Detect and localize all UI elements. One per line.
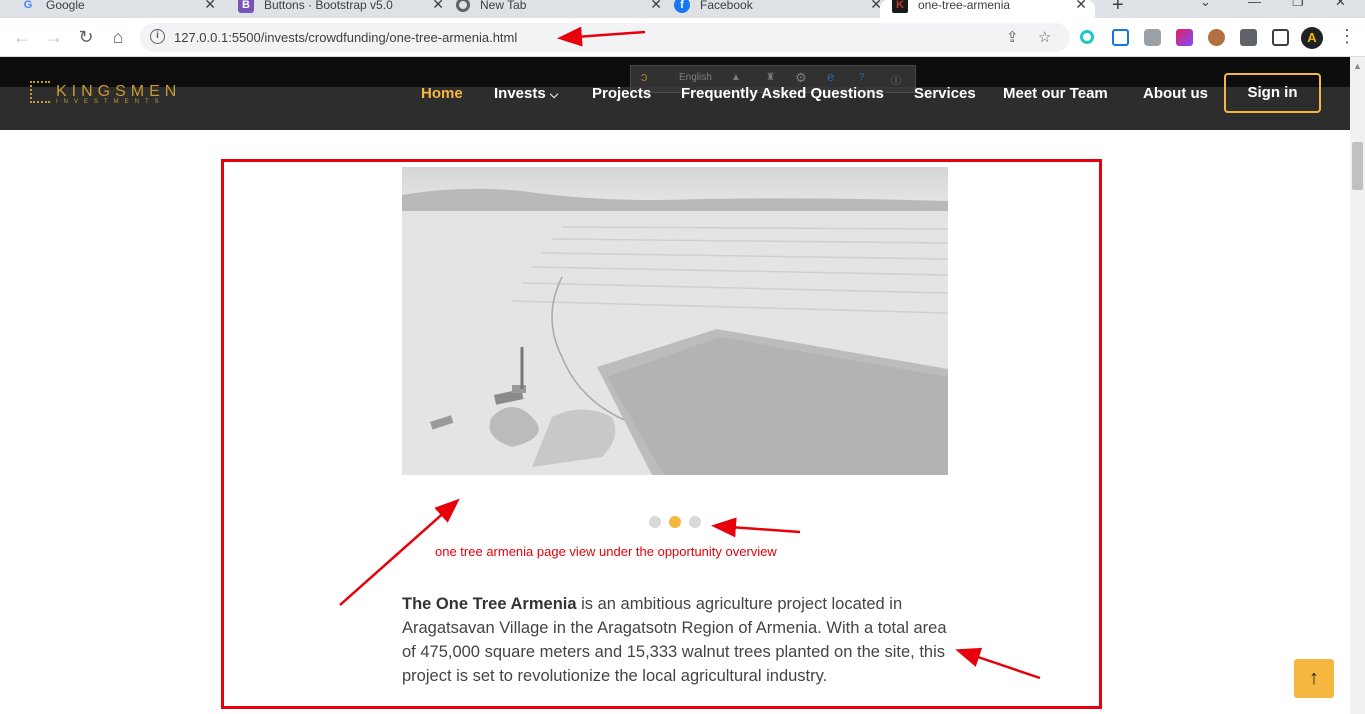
facebook-icon: f [674, 0, 690, 13]
share-icon[interactable]: ⇪ [1006, 28, 1019, 46]
minimize-button[interactable]: — [1248, 0, 1261, 9]
tab-search-icon[interactable]: ⌄ [1200, 0, 1211, 10]
camera-icon[interactable] [1144, 29, 1161, 46]
kingsmen-icon: K [892, 0, 908, 13]
speaker-icon: ♜ [766, 72, 775, 83]
browser-toolbar: ← → ↻ ⌂ i 127.0.0.1:5500/invests/crowdfu… [0, 18, 1365, 57]
bootstrap-icon: B [238, 0, 254, 13]
puzzle-icon[interactable] [1240, 29, 1257, 46]
maximize-button[interactable]: ❐ [1292, 0, 1304, 10]
sign-in-button[interactable]: Sign in [1224, 73, 1321, 113]
nav-services[interactable]: Services [914, 85, 976, 102]
side-panel-icon[interactable] [1272, 29, 1289, 46]
scroll-up-icon[interactable]: ▲ [1353, 61, 1362, 71]
annotation-highlight-box [221, 159, 1102, 709]
logo-mark-icon [30, 81, 50, 103]
nav-about[interactable]: About us [1143, 85, 1208, 102]
back-icon[interactable]: ← [12, 27, 32, 47]
browser-tab-one-tree-armenia[interactable]: K one-tree-armenia ✕ [880, 0, 1095, 18]
profile-avatar[interactable]: A [1301, 27, 1323, 49]
url-text[interactable]: 127.0.0.1:5500/invests/crowdfunding/one-… [174, 30, 517, 45]
chrome-icon [456, 0, 470, 12]
extension-screencast-icon[interactable] [1112, 29, 1129, 46]
nav-invests[interactable]: Invests ⌵ [494, 85, 558, 102]
arrow-up-icon: ↑ [1309, 667, 1319, 689]
new-tab-button[interactable]: + [1112, 0, 1124, 17]
site-info-icon[interactable]: i [150, 29, 165, 44]
info-icon[interactable]: ⓘ [891, 72, 901, 87]
home-icon[interactable]: ⌂ [108, 27, 128, 47]
browser-tab-newtab[interactable]: New Tab ✕ [456, 0, 662, 18]
cookie-icon[interactable] [1208, 29, 1225, 46]
back-to-top-button[interactable]: ↑ [1294, 659, 1334, 698]
nav-team[interactable]: Meet our Team [1003, 85, 1108, 102]
google-icon: G [23, 0, 33, 11]
bookmark-star-icon[interactable]: ☆ [1038, 28, 1051, 46]
nav-projects[interactable]: Projects [592, 85, 651, 102]
gear-icon[interactable]: ⚙ [795, 70, 807, 86]
translate-logo-icon: ↄ [641, 69, 648, 84]
close-tab-icon[interactable]: ✕ [650, 0, 662, 13]
forward-icon[interactable]: → [44, 27, 64, 47]
nav-faq[interactable]: Frequently Asked Questions [681, 85, 884, 102]
nav-home[interactable]: Home [421, 85, 463, 102]
site-header: KINGSMEN INVESTMENTS ↄ English ▲ ♜ ⚙ e ?… [0, 57, 1350, 130]
browser-tab-strip: G Google ✕ B Buttons · Bootstrap v5.0 ✕ … [0, 0, 1365, 18]
triangle-icon: ▲ [731, 72, 741, 83]
close-tab-icon[interactable]: ✕ [204, 0, 216, 13]
extension-circle-icon[interactable] [1080, 30, 1094, 44]
browser-tab-google[interactable]: G Google ✕ [20, 0, 220, 18]
page-scrollbar[interactable]: ▲ [1350, 57, 1365, 714]
extension-flag-icon[interactable] [1176, 29, 1193, 46]
browser-menu-icon[interactable]: ⋮ [1338, 26, 1356, 47]
translate-language[interactable]: English [679, 72, 712, 83]
reload-icon[interactable]: ↻ [76, 27, 96, 47]
ie-icon: e [827, 69, 835, 84]
close-window-button[interactable]: ✕ [1335, 0, 1346, 10]
close-tab-icon[interactable]: ✕ [432, 0, 444, 13]
chevron-down-icon: ⌵ [549, 89, 559, 101]
scroll-thumb[interactable] [1352, 142, 1363, 190]
site-logo[interactable]: KINGSMEN INVESTMENTS [30, 81, 181, 105]
close-tab-icon[interactable]: ✕ [1075, 0, 1087, 13]
browser-tab-bootstrap[interactable]: B Buttons · Bootstrap v5.0 ✕ [238, 0, 444, 18]
address-bar[interactable]: i 127.0.0.1:5500/invests/crowdfunding/on… [140, 23, 1070, 52]
browser-tab-facebook[interactable]: f Facebook ✕ [674, 0, 882, 18]
help-icon[interactable]: ? [859, 72, 865, 83]
